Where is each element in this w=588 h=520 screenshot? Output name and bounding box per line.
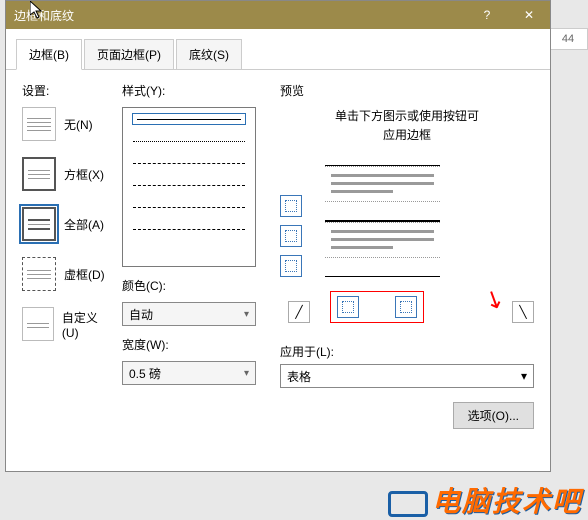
style-listbox[interactable] — [122, 107, 256, 267]
style-solid[interactable] — [133, 114, 245, 124]
tab-page-border[interactable]: 页面边框(P) — [84, 39, 174, 69]
preview-hint: 单击下方图示或使用按钮可应用边框 — [280, 107, 534, 145]
style-dashed3[interactable] — [133, 202, 245, 212]
bottom-border-buttons-highlight — [330, 291, 424, 323]
border-top-button[interactable] — [280, 195, 302, 217]
style-dashed1[interactable] — [133, 158, 245, 168]
color-label: 颜色(C): — [122, 277, 256, 294]
chevron-down-icon: ▾ — [244, 309, 249, 320]
settings-label: 设置: — [22, 82, 110, 99]
border-left-button[interactable] — [337, 296, 359, 318]
tab-border[interactable]: 边框(B) — [16, 39, 82, 70]
options-button[interactable]: 选项(O)... — [453, 402, 534, 429]
box-icon — [22, 157, 56, 191]
color-value: 自动 — [129, 306, 153, 323]
all-icon — [22, 207, 56, 241]
setting-shadow[interactable]: 虚框(D) — [22, 257, 110, 291]
preview-sample[interactable] — [325, 165, 440, 285]
preview-area: ╱ ╲ ↘ — [280, 165, 534, 315]
setting-custom-label: 自定义(U) — [62, 309, 110, 340]
tab-shading[interactable]: 底纹(S) — [176, 39, 242, 69]
preview-column: 预览 单击下方图示或使用按钮可应用边框 ╱ ╲ — [264, 78, 542, 433]
border-bottom-button[interactable] — [280, 255, 302, 277]
shadow-icon — [22, 257, 56, 291]
watermark: 电脑技术吧 — [388, 480, 582, 520]
setting-shadow-label: 虚框(D) — [64, 266, 105, 283]
setting-box[interactable]: 方框(X) — [22, 157, 110, 191]
border-diag2-button[interactable]: ╲ — [512, 301, 534, 323]
style-dotted[interactable] — [133, 136, 245, 146]
border-mid-button[interactable] — [280, 225, 302, 247]
width-combo[interactable]: 0.5 磅 ▾ — [122, 361, 256, 385]
apply-to-value: 表格 — [287, 368, 311, 385]
annotation-arrow: ↘ — [479, 282, 509, 317]
setting-all-label: 全部(A) — [64, 216, 104, 233]
chevron-down-icon: ▾ — [521, 369, 527, 383]
setting-none[interactable]: 无(N) — [22, 107, 110, 141]
apply-to-label: 应用于(L): — [280, 343, 534, 360]
width-value: 0.5 磅 — [129, 365, 161, 382]
dialog-window: 边框和底纹 ? ✕ 边框(B) 页面边框(P) 底纹(S) 设置: 无(N) 方… — [5, 0, 551, 472]
setting-box-label: 方框(X) — [64, 166, 104, 183]
custom-icon — [22, 307, 54, 341]
color-combo[interactable]: 自动 ▾ — [122, 302, 256, 326]
watermark-icon — [388, 491, 428, 517]
settings-column: 设置: 无(N) 方框(X) 全部(A) 虚框(D) 自定义(U) — [14, 78, 114, 433]
preview-label: 预览 — [280, 82, 534, 99]
style-dashed2[interactable] — [133, 180, 245, 190]
dialog-body: 设置: 无(N) 方框(X) 全部(A) 虚框(D) 自定义(U) — [6, 70, 550, 441]
style-dashed4[interactable] — [133, 224, 245, 234]
chevron-down-icon: ▾ — [244, 368, 249, 379]
style-label: 样式(Y): — [122, 82, 256, 99]
border-diag1-button[interactable]: ╱ — [288, 301, 310, 323]
width-label: 宽度(W): — [122, 336, 256, 353]
side-page-number: 44 — [548, 28, 588, 50]
tab-bar: 边框(B) 页面边框(P) 底纹(S) — [6, 29, 550, 70]
title-bar: 边框和底纹 ? ✕ — [6, 1, 550, 29]
setting-all[interactable]: 全部(A) — [22, 207, 110, 241]
border-right-button[interactable] — [395, 296, 417, 318]
apply-to-combo[interactable]: 表格 ▾ — [280, 364, 534, 388]
side-border-buttons — [280, 195, 302, 277]
none-icon — [22, 107, 56, 141]
help-button[interactable]: ? — [466, 1, 508, 29]
style-column: 样式(Y): 颜色(C): 自动 ▾ 宽度(W): 0.5 磅 — [114, 78, 264, 433]
setting-none-label: 无(N) — [64, 116, 93, 133]
close-button[interactable]: ✕ — [508, 1, 550, 29]
cursor-icon — [30, 1, 46, 21]
setting-custom[interactable]: 自定义(U) — [22, 307, 110, 341]
window-title: 边框和底纹 — [14, 7, 466, 24]
